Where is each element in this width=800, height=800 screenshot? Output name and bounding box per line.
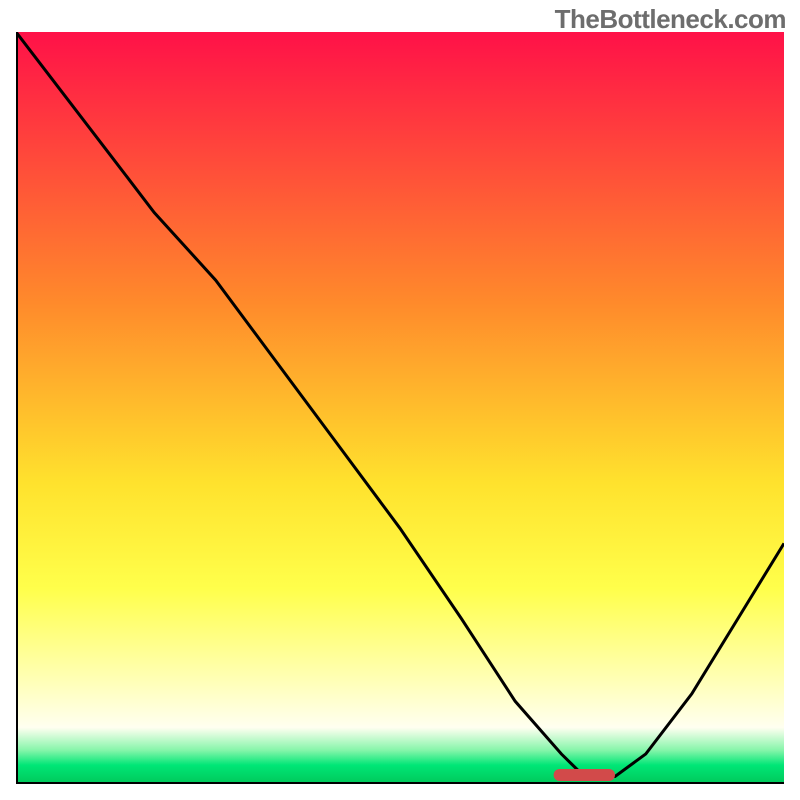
optimal-marker bbox=[554, 769, 615, 781]
watermark-text: TheBottleneck.com bbox=[555, 4, 786, 35]
gradient-background bbox=[16, 32, 784, 784]
bottleneck-chart: TheBottleneck.com bbox=[0, 0, 800, 800]
plot-svg bbox=[16, 32, 784, 784]
plot-frame bbox=[16, 32, 784, 784]
